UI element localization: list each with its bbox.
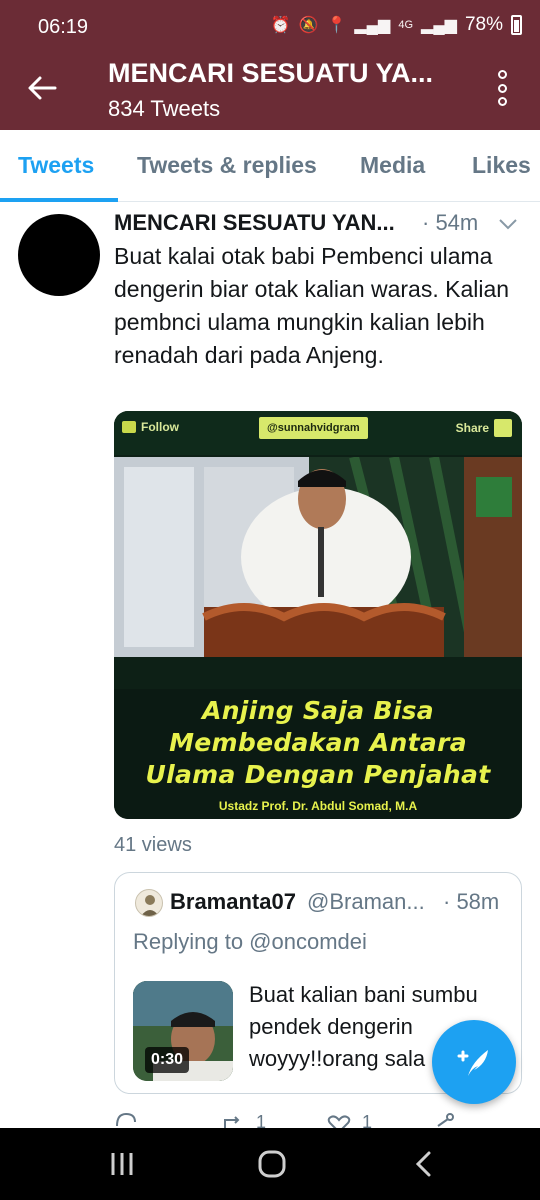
caption-line-2: Membedakan Antara (169, 728, 467, 757)
speaker-scene-image (114, 457, 522, 689)
more-dot-icon (497, 97, 507, 106)
caption-line-1: Anjing Saja Bisa (202, 696, 434, 725)
tab-media[interactable]: Media (360, 152, 425, 179)
network-type: 4G (398, 19, 414, 31)
tweet-author-name[interactable]: MENCARI SESUATU YAN... (114, 210, 409, 236)
system-back-button[interactable] (404, 1146, 444, 1182)
home-button[interactable] (252, 1146, 292, 1182)
share-icon (494, 419, 512, 437)
tab-likes[interactable]: Likes (472, 152, 531, 179)
arrow-left-icon (28, 76, 57, 100)
compose-feather-icon (457, 1050, 488, 1076)
tweet-timestamp: · 54m (422, 210, 479, 235)
signal-icon-2: ▂▄▆ (421, 17, 457, 34)
alarm-icon: ⏰ (270, 17, 291, 34)
video-frame (114, 457, 522, 689)
recent-apps-icon (111, 1153, 133, 1175)
recent-apps-button[interactable] (102, 1146, 142, 1182)
media-share: Share (456, 419, 512, 437)
tweet-count: 834 Tweets (108, 96, 221, 121)
tweet-text: Buat kalai otak babi Pembenci ulama deng… (114, 243, 510, 368)
media-caption: Anjing Saja Bisa Membedakan Antara Ulama… (114, 689, 522, 819)
media-follow-label: Follow (141, 420, 179, 434)
tweet-menu-button[interactable] (496, 214, 520, 234)
battery-percent: 78% (464, 14, 503, 35)
signal-icon: ▂▄▆ (354, 17, 391, 34)
quoted-avatar (135, 889, 163, 917)
caption-line-3: Ulama Dengan Penjahat (145, 760, 491, 789)
more-dot-icon (497, 70, 507, 79)
media-overlay-bar: Follow @sunnahvidgram Share (114, 411, 522, 455)
chevron-down-icon (499, 219, 517, 230)
back-button[interactable] (22, 68, 62, 108)
app-header: 06:19 ⏰ 🔕 📍 ▂▄▆ 4G ▂▄▆ 78% MENCARI SESUA… (0, 0, 540, 130)
quoted-timestamp: · 58m (443, 889, 500, 914)
tab-tweets-replies[interactable]: Tweets & replies (137, 152, 317, 179)
tab-tweets[interactable]: Tweets (18, 152, 94, 179)
tweet-media-video[interactable]: Follow @sunnahvidgram Share Anjing Saja … (114, 411, 522, 819)
avatar[interactable] (18, 214, 100, 296)
battery-icon (511, 15, 522, 35)
status-bar: 06:19 ⏰ 🔕 📍 ▂▄▆ 4G ▂▄▆ 78% (0, 0, 540, 56)
quoted-author-name: Bramanta07 (170, 889, 296, 914)
replying-to: Replying to @oncomdei (133, 929, 367, 954)
media-share-label: Share (455, 421, 489, 435)
view-count: 41 views (114, 834, 192, 856)
status-time: 06:19 (38, 16, 89, 38)
profile-tabs: Tweets Tweets & replies Media Likes (0, 130, 540, 202)
video-duration: 0:30 (145, 1047, 190, 1073)
mute-icon: 🔕 (298, 17, 319, 34)
home-icon (258, 1150, 286, 1178)
quoted-avatar-image (141, 895, 159, 916)
follow-icon (122, 421, 136, 433)
status-icons: ⏰ 🔕 📍 ▂▄▆ 4G ▂▄▆ 78% (271, 14, 522, 36)
caption-credit: Ustadz Prof. Dr. Abdul Somad, M.A (218, 799, 418, 813)
media-follow: Follow (122, 420, 179, 434)
system-navigation-bar (0, 1128, 540, 1200)
media-handle: @sunnahvidgram (259, 417, 368, 439)
quoted-author-handle: @Braman... (307, 889, 425, 914)
chevron-left-icon (415, 1151, 431, 1177)
compose-tweet-button[interactable] (432, 1020, 516, 1104)
profile-title: MENCARI SESUATU YA... (108, 58, 434, 88)
location-icon: 📍 (326, 17, 347, 34)
quoted-video-thumbnail[interactable]: 0:30 (133, 981, 233, 1081)
more-options-button[interactable] (490, 70, 514, 106)
active-tab-indicator (0, 198, 118, 202)
more-dot-icon (497, 83, 507, 93)
